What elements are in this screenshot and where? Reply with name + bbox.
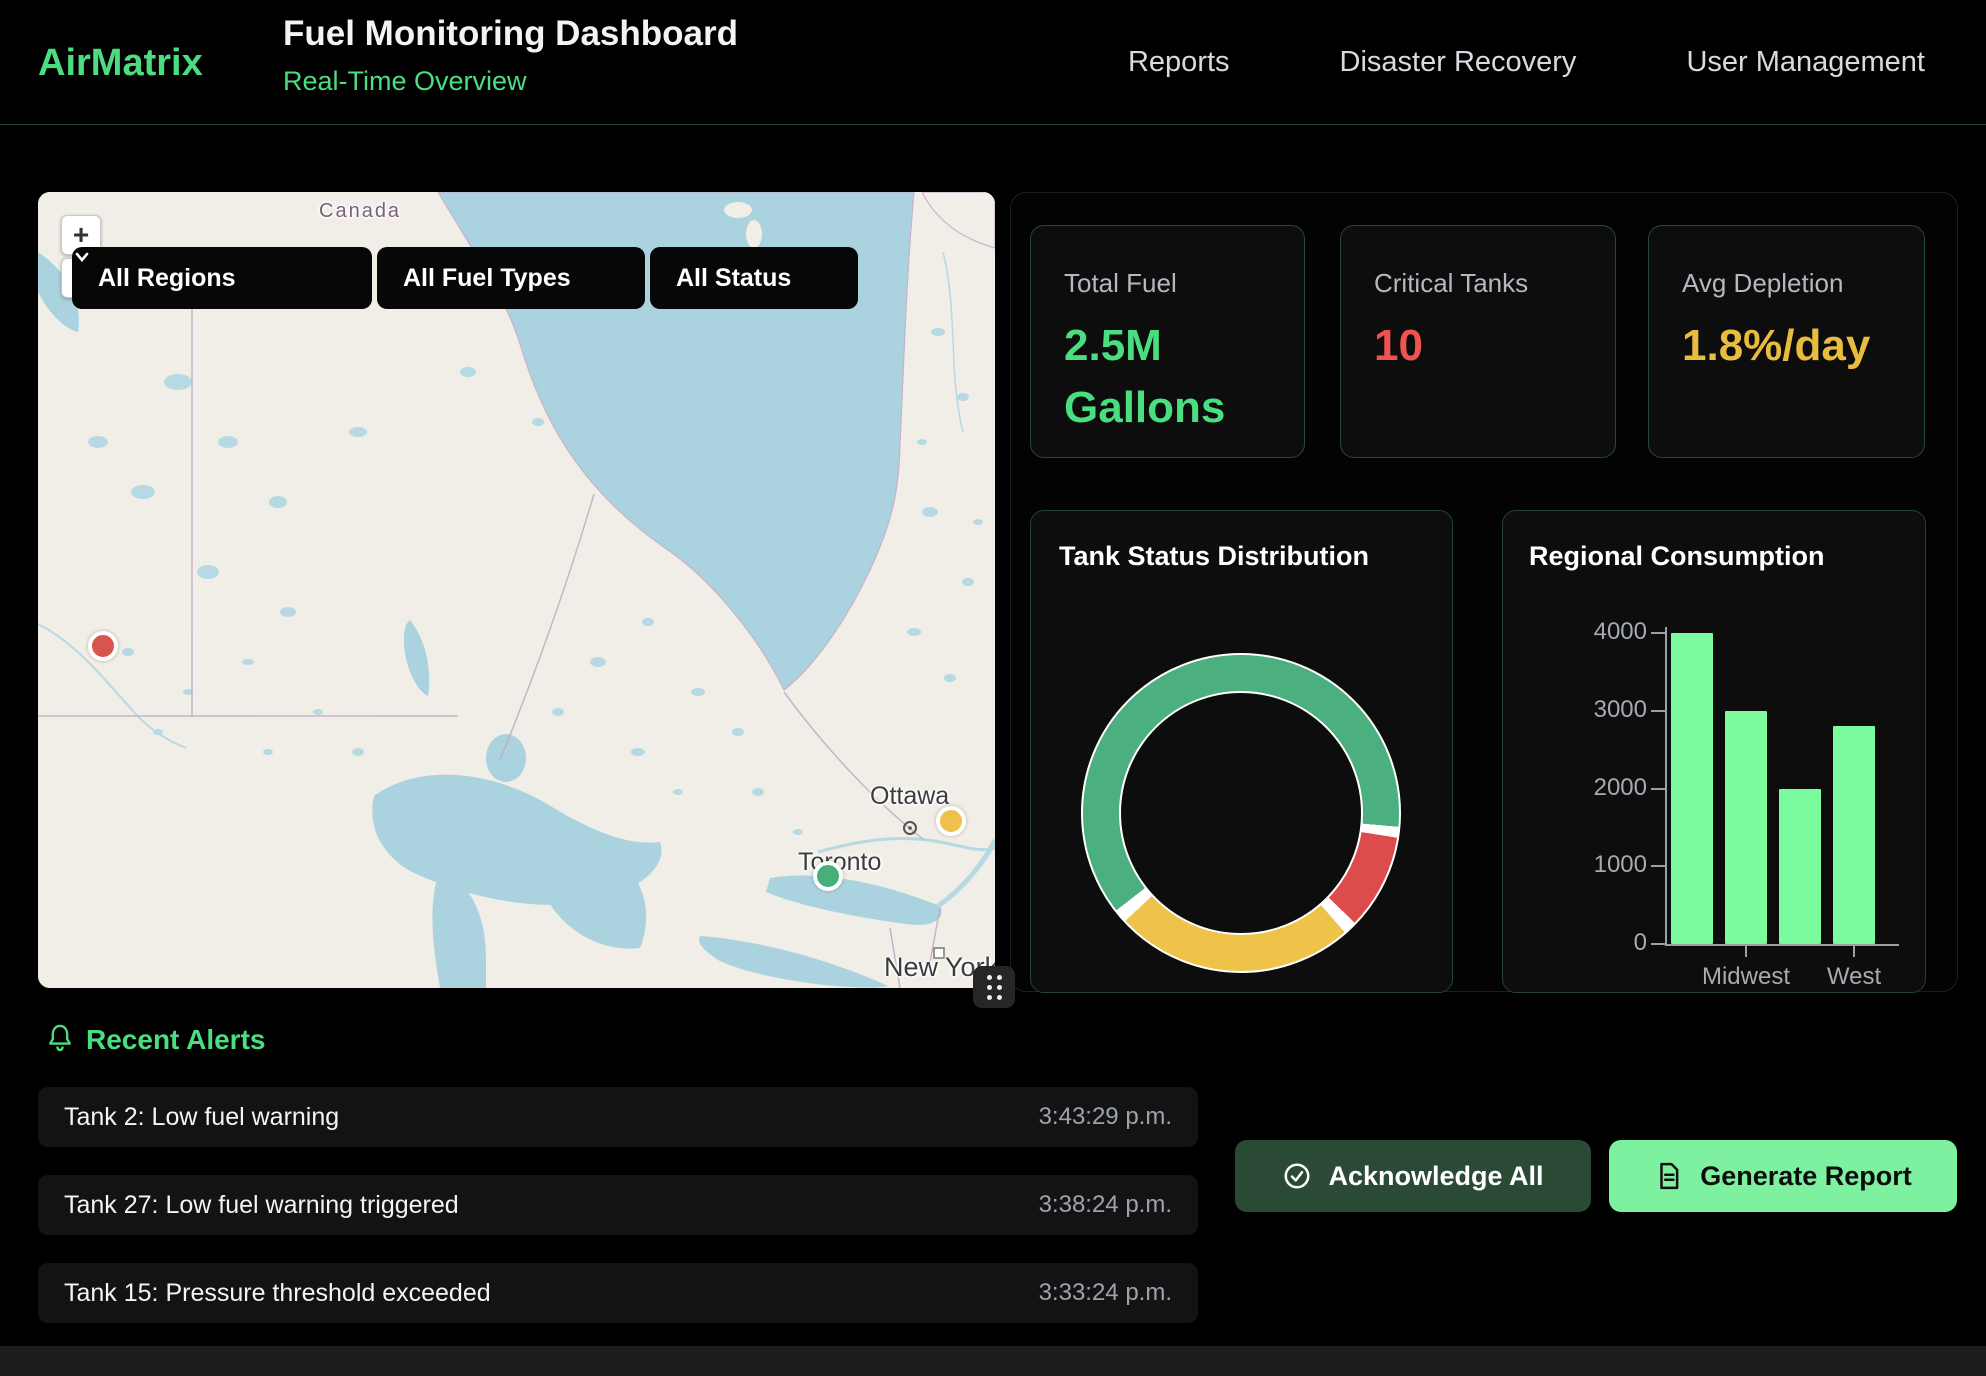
acknowledge-all-button[interactable]: Acknowledge All: [1235, 1140, 1591, 1212]
alert-row[interactable]: Tank 15: Pressure threshold exceeded 3:3…: [38, 1263, 1198, 1323]
stat-value-critical-tanks: 10: [1374, 315, 1615, 377]
fuel-type-filter-value: All Fuel Types: [403, 264, 571, 293]
region-filter-dropdown[interactable]: All Regions: [72, 247, 372, 309]
page-subtitle: Real-Time Overview: [283, 66, 527, 97]
status-filter-dropdown[interactable]: All Status: [650, 247, 858, 309]
nav-reports[interactable]: Reports: [1128, 46, 1230, 79]
alerts-section-title: Recent Alerts: [86, 1024, 265, 1056]
main-nav: Reports Disaster Recovery User Managemen…: [1128, 0, 1925, 125]
map-panel: Canada Ottawa Toronto New York + − All R…: [38, 192, 995, 988]
regional-consumption-chart-card: Regional Consumption 40003000200010000Mi…: [1502, 510, 1926, 993]
alert-timestamp: 3:33:24 p.m.: [1039, 1279, 1172, 1307]
chart-title: Tank Status Distribution: [1059, 541, 1369, 572]
fuel-type-filter-dropdown[interactable]: All Fuel Types: [377, 247, 645, 309]
brand-logo: AirMatrix: [38, 42, 203, 85]
tank-marker-critical[interactable]: [88, 631, 118, 661]
generate-report-label: Generate Report: [1700, 1161, 1912, 1192]
check-circle-icon: [1282, 1161, 1312, 1191]
stat-value-total-fuel: 2.5M Gallons: [1064, 315, 1254, 440]
alert-timestamp: 3:38:24 p.m.: [1039, 1191, 1172, 1219]
alert-message: Tank 2: Low fuel warning: [64, 1103, 339, 1132]
alert-message: Tank 27: Low fuel warning triggered: [64, 1191, 459, 1220]
alert-row[interactable]: Tank 27: Low fuel warning triggered 3:38…: [38, 1175, 1198, 1235]
map-filter-bar: All Regions All Fuel Types All Status: [72, 247, 858, 309]
nav-disaster-recovery[interactable]: Disaster Recovery: [1340, 46, 1577, 79]
alert-row[interactable]: Tank 2: Low fuel warning 3:43:29 p.m.: [38, 1087, 1198, 1147]
stat-card-total-fuel: Total Fuel 2.5M Gallons: [1030, 225, 1305, 458]
page-title: Fuel Monitoring Dashboard: [283, 14, 738, 54]
dashboard-page: AirMatrix Fuel Monitoring Dashboard Real…: [0, 0, 1986, 1376]
map-resize-handle[interactable]: [973, 966, 1015, 1008]
tank-status-chart-card: Tank Status Distribution: [1030, 510, 1453, 993]
nav-user-management[interactable]: User Management: [1686, 46, 1925, 79]
alert-timestamp: 3:43:29 p.m.: [1039, 1103, 1172, 1131]
stat-value-avg-depletion: 1.8%/day: [1682, 315, 1832, 377]
document-icon: [1654, 1161, 1684, 1191]
generate-report-button[interactable]: Generate Report: [1609, 1140, 1957, 1212]
stat-card-avg-depletion: Avg Depletion 1.8%/day: [1648, 225, 1925, 458]
stat-label: Critical Tanks: [1374, 268, 1615, 299]
chevron-down-icon: [72, 247, 92, 267]
app-header: AirMatrix Fuel Monitoring Dashboard Real…: [0, 0, 1986, 125]
bell-icon: [44, 1022, 76, 1056]
stat-label: Total Fuel: [1064, 268, 1304, 299]
alert-message: Tank 15: Pressure threshold exceeded: [64, 1279, 491, 1308]
acknowledge-all-label: Acknowledge All: [1328, 1161, 1543, 1192]
region-filter-value: All Regions: [98, 264, 236, 293]
status-filter-value: All Status: [676, 264, 791, 293]
footer-strip: [0, 1346, 1986, 1376]
tank-marker-warning[interactable]: [936, 806, 966, 836]
chart-title: Regional Consumption: [1529, 541, 1824, 572]
map-label-ottawa: Ottawa: [870, 782, 949, 811]
map-label-canada: Canada: [319, 200, 401, 223]
stat-card-critical-tanks: Critical Tanks 10: [1340, 225, 1616, 458]
tank-marker-normal[interactable]: [813, 861, 843, 891]
stat-label: Avg Depletion: [1682, 268, 1924, 299]
donut-hole: [1119, 691, 1363, 935]
